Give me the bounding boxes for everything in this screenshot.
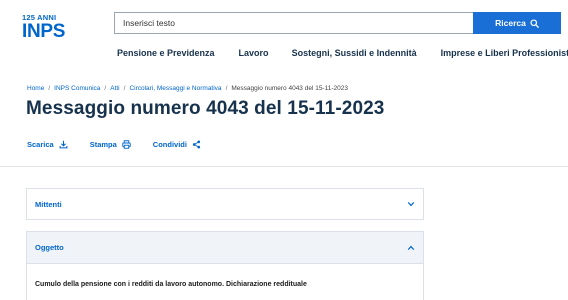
breadcrumb-separator: / <box>123 85 126 92</box>
accordion-oggetto-content: Cumulo della pensione con i redditi da l… <box>35 281 307 288</box>
breadcrumb-separator: / <box>48 85 51 92</box>
download-button[interactable]: Scarica <box>27 140 68 149</box>
search-button-label: Ricerca <box>495 18 526 28</box>
print-label: Stampa <box>89 140 117 149</box>
share-button[interactable]: Condividi <box>153 140 201 149</box>
search-button[interactable]: Ricerca <box>473 12 561 34</box>
breadcrumb-current: Messaggio numero 4043 del 15-11-2023 <box>231 85 348 92</box>
section-divider <box>0 166 568 167</box>
search-input[interactable] <box>114 12 473 34</box>
breadcrumb-home[interactable]: Home <box>27 85 44 92</box>
search-icon <box>530 18 539 28</box>
breadcrumb-atti[interactable]: Atti <box>110 85 119 92</box>
chevron-down-icon <box>407 201 415 207</box>
print-icon <box>122 140 131 149</box>
share-label: Condividi <box>152 140 187 149</box>
download-icon <box>59 140 68 149</box>
accordion-oggetto-header[interactable]: Oggetto <box>27 232 423 264</box>
accordion-mittenti-label: Mittenti <box>35 199 62 209</box>
page-title: Messaggio numero 4043 del 15-11-2023 <box>26 98 385 119</box>
inps-logo[interactable]: 125 ANNI INPS <box>22 14 66 44</box>
breadcrumb-separator: / <box>104 85 107 92</box>
accordion-oggetto: Oggetto Cumulo della pensione con i redd… <box>26 231 424 300</box>
nav-item-lavoro[interactable]: Lavoro <box>239 48 269 58</box>
breadcrumb: Home / INPS Comunica / Atti / Circolari,… <box>27 85 348 92</box>
download-label: Scarica <box>27 140 54 149</box>
chevron-up-icon <box>407 245 415 250</box>
accordion-oggetto-label: Oggetto <box>35 243 64 252</box>
accordion-mittenti: Mittenti <box>26 188 424 220</box>
print-button[interactable]: Stampa <box>90 140 131 149</box>
breadcrumb-separator: / <box>225 85 228 92</box>
nav-item-pensione[interactable]: Pensione e Previdenza <box>117 48 215 58</box>
share-icon <box>192 140 201 149</box>
nav-item-sostegni[interactable]: Sostegni, Sussidi e Indennità <box>292 48 417 58</box>
nav-item-imprese[interactable]: Imprese e Liberi Professionisti <box>441 48 568 58</box>
accordion-mittenti-header[interactable]: Mittenti <box>27 189 423 219</box>
logo-brand-text: INPS <box>22 21 66 42</box>
breadcrumb-circolari[interactable]: Circolari, Messaggi e Normativa <box>129 85 221 92</box>
action-bar: Scarica Stampa Condividi <box>27 140 201 149</box>
breadcrumb-inps-comunica[interactable]: INPS Comunica <box>54 85 100 92</box>
main-nav: Pensione e Previdenza Lavoro Sostegni, S… <box>117 48 568 58</box>
